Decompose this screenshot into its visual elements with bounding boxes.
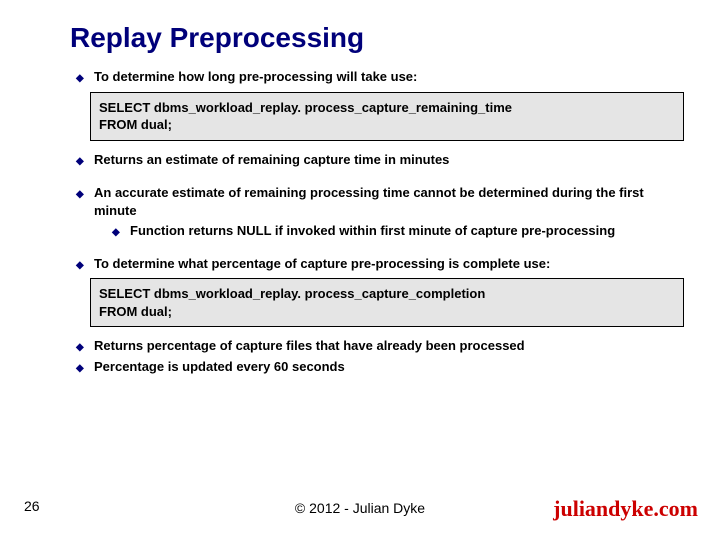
bullet-icon: [76, 151, 94, 169]
bullet-icon: [76, 337, 94, 355]
bullet-item: An accurate estimate of remaining proces…: [76, 184, 684, 219]
bullet-text: Returns an estimate of remaining capture…: [94, 151, 684, 169]
slide: Replay Preprocessing To determine how lo…: [0, 0, 720, 540]
code-block: SELECT dbms_workload_replay. process_cap…: [90, 92, 684, 141]
bullet-text: To determine how long pre-processing wil…: [94, 68, 684, 86]
bullet-item: Percentage is updated every 60 seconds: [76, 358, 684, 376]
brand-url: juliandyke.com: [553, 496, 698, 522]
bullet-icon: [76, 358, 94, 376]
bullet-item: To determine what percentage of capture …: [76, 255, 684, 273]
bullet-text: Returns percentage of capture files that…: [94, 337, 684, 355]
bullet-item: To determine how long pre-processing wil…: [76, 68, 684, 86]
sub-bullet-item: Function returns NULL if invoked within …: [112, 222, 684, 240]
code-block: SELECT dbms_workload_replay. process_cap…: [90, 278, 684, 327]
spacer: [70, 242, 684, 252]
slide-body: To determine how long pre-processing wil…: [70, 68, 684, 376]
bullet-text: An accurate estimate of remaining proces…: [94, 184, 684, 219]
bullet-text: To determine what percentage of capture …: [94, 255, 684, 273]
bullet-icon: [112, 222, 130, 240]
spacer: [70, 171, 684, 181]
bullet-icon: [76, 68, 94, 86]
bullet-item: Returns percentage of capture files that…: [76, 337, 684, 355]
bullet-text: Percentage is updated every 60 seconds: [94, 358, 684, 376]
bullet-icon: [76, 255, 94, 273]
bullet-text: Function returns NULL if invoked within …: [130, 222, 684, 240]
bullet-icon: [76, 184, 94, 219]
slide-title: Replay Preprocessing: [70, 22, 684, 54]
bullet-item: Returns an estimate of remaining capture…: [76, 151, 684, 169]
